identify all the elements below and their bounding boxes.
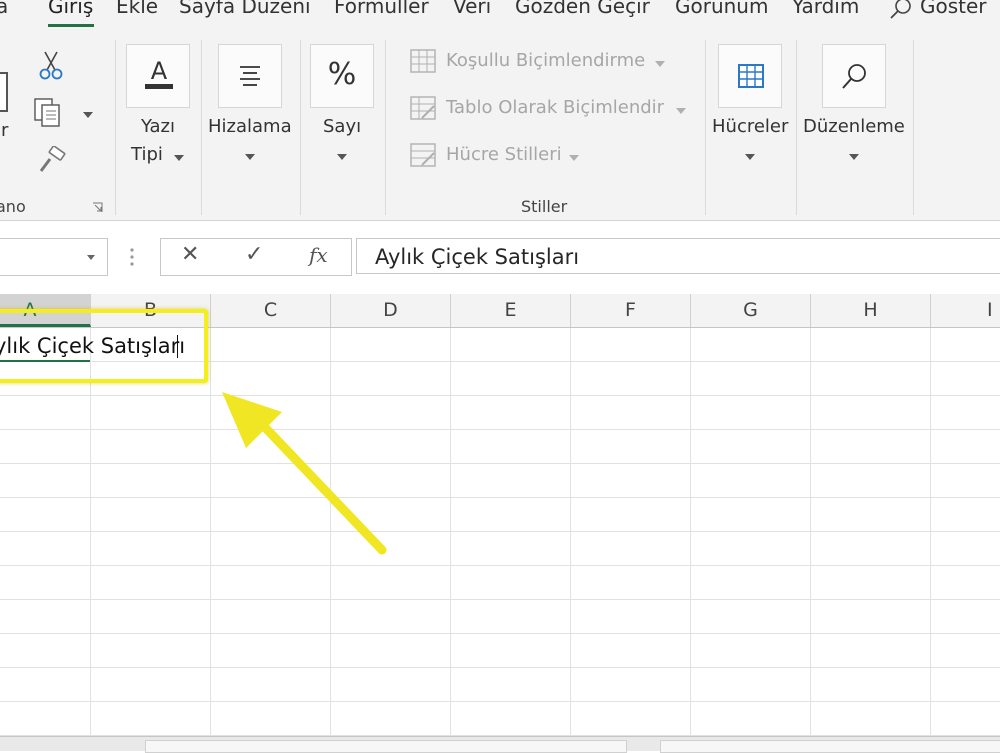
column-header-f[interactable]: F bbox=[571, 294, 691, 327]
tab-home[interactable]: Giriş bbox=[48, 0, 93, 18]
tell-me-search[interactable] bbox=[888, 0, 914, 25]
formula-buttons: ✕ ✓ fx bbox=[160, 238, 352, 276]
alignment-dropdown-icon[interactable] bbox=[245, 154, 255, 160]
font-dropdown-icon[interactable] bbox=[174, 155, 184, 161]
editing-label: Düzenleme bbox=[803, 116, 905, 137]
tab-data[interactable]: Veri bbox=[453, 0, 491, 18]
column-header-d[interactable]: D bbox=[331, 294, 451, 327]
worksheet-grid[interactable] bbox=[0, 328, 1000, 736]
tab-formulas[interactable]: Formüller bbox=[334, 0, 429, 18]
formula-input[interactable]: Aylık Çiçek Satışları bbox=[356, 238, 1000, 274]
font-label-line2: Tipi bbox=[131, 144, 163, 165]
highlight-box bbox=[0, 309, 208, 383]
horizontal-scrollbar-right[interactable] bbox=[660, 740, 1000, 753]
paste-icon[interactable] bbox=[0, 72, 8, 112]
column-header-h[interactable]: H bbox=[811, 294, 931, 327]
conditional-formatting-button[interactable]: Koşullu Biçimlendirme bbox=[446, 50, 645, 71]
format-as-table-dropdown-icon[interactable] bbox=[676, 108, 686, 114]
cancel-icon[interactable]: ✕ bbox=[181, 242, 199, 267]
cells-dropdown-icon[interactable] bbox=[745, 154, 755, 160]
dialog-launcher-icon[interactable] bbox=[92, 202, 103, 213]
tab-review[interactable]: Gözden Geçir bbox=[515, 0, 650, 18]
sheet-tab-bar bbox=[0, 736, 1000, 753]
paste-label: ır bbox=[0, 120, 9, 141]
menu-bar: a Giriş Ekle Sayfa Düzeni Formüller Veri… bbox=[0, 0, 1000, 30]
column-header-e[interactable]: E bbox=[451, 294, 571, 327]
editing-button[interactable] bbox=[822, 44, 886, 108]
insert-function-icon[interactable]: fx bbox=[309, 243, 328, 267]
font-button[interactable]: A bbox=[126, 44, 190, 108]
search-icon bbox=[890, 0, 911, 19]
find-icon bbox=[842, 64, 866, 89]
number-label: Sayı bbox=[323, 116, 362, 137]
conditional-formatting-dropdown-icon[interactable] bbox=[655, 61, 665, 67]
clipboard-group-label: ano bbox=[0, 197, 26, 216]
cell-styles-button[interactable]: Hücre Stilleri bbox=[446, 144, 562, 165]
cells-label: Hücreler bbox=[712, 116, 789, 137]
cut-icon[interactable] bbox=[38, 50, 64, 82]
copy-dropdown-icon[interactable] bbox=[83, 112, 93, 118]
cell-styles-icon bbox=[410, 143, 436, 167]
alignment-button[interactable] bbox=[218, 44, 282, 108]
active-tab-underline bbox=[48, 24, 94, 27]
formula-bar-resize-icon[interactable] bbox=[128, 246, 136, 268]
number-dropdown-icon[interactable] bbox=[337, 154, 347, 160]
copy-icon[interactable] bbox=[32, 96, 64, 128]
horizontal-scrollbar[interactable] bbox=[145, 740, 627, 753]
format-as-table-icon bbox=[410, 96, 436, 120]
column-header-g[interactable]: G bbox=[691, 294, 811, 327]
tab-page-layout[interactable]: Sayfa Düzeni bbox=[179, 0, 311, 18]
styles-group-label: Stiller bbox=[521, 197, 568, 216]
align-center-icon bbox=[240, 66, 260, 86]
enter-icon[interactable]: ✓ bbox=[245, 242, 263, 267]
name-box-dropdown-icon[interactable] bbox=[87, 255, 95, 260]
tell-me-label[interactable]: Göster bbox=[920, 0, 987, 18]
svg-text:A: A bbox=[151, 57, 168, 85]
cells-icon bbox=[738, 64, 764, 88]
annotation-arrow-icon bbox=[222, 392, 387, 555]
name-box[interactable] bbox=[0, 238, 108, 276]
column-header-c[interactable]: C bbox=[211, 294, 331, 327]
format-painter-icon[interactable] bbox=[36, 146, 68, 176]
ribbon: ır ano A Yazı Tipi bbox=[0, 30, 1000, 221]
alignment-label: Hizalama bbox=[208, 116, 292, 137]
cell-styles-dropdown-icon[interactable] bbox=[569, 155, 579, 161]
editing-dropdown-icon[interactable] bbox=[849, 154, 859, 160]
tab-file-partial[interactable]: a bbox=[0, 0, 8, 18]
percent-icon: % bbox=[327, 57, 357, 92]
number-button[interactable]: % bbox=[310, 44, 374, 108]
tab-view[interactable]: Görünüm bbox=[675, 0, 768, 18]
column-header-i[interactable]: I bbox=[931, 294, 1000, 327]
tab-insert[interactable]: Ekle bbox=[116, 0, 158, 18]
font-label-line1: Yazı bbox=[141, 116, 175, 137]
conditional-formatting-icon bbox=[410, 49, 436, 73]
format-as-table-button[interactable]: Tablo Olarak Biçimlendir bbox=[446, 97, 664, 118]
cells-button[interactable] bbox=[718, 44, 782, 108]
tab-help[interactable]: Yardım bbox=[792, 0, 859, 18]
font-color-icon: A bbox=[145, 57, 173, 89]
